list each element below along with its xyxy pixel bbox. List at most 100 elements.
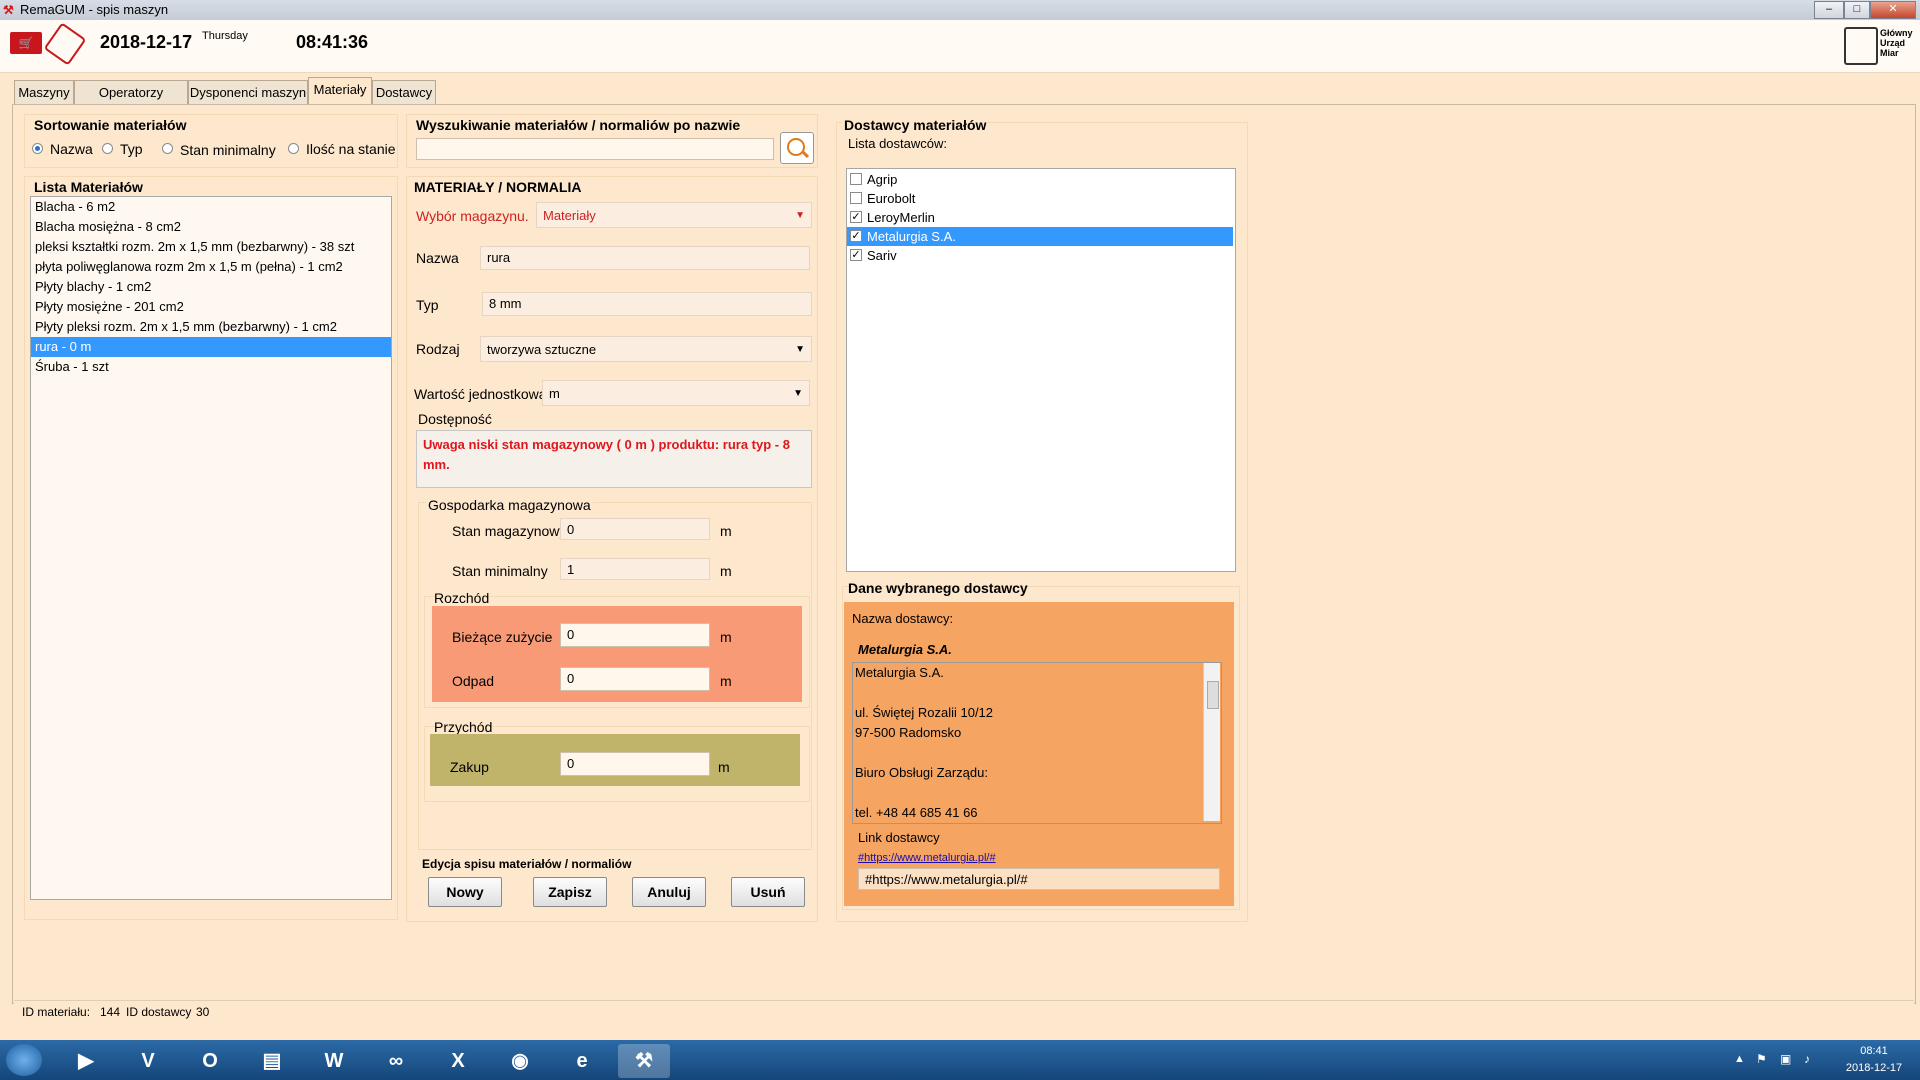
list-item[interactable]: płyta poliwęglanowa rozm 2m x 1,5 m (peł…	[31, 257, 391, 277]
header-date: 2018-12-17	[100, 32, 193, 52]
explorer-icon[interactable]: ▤	[246, 1044, 298, 1078]
radio-sort-ilosc[interactable]	[288, 143, 299, 154]
list-item[interactable]: Płyty pleksi rozm. 2m x 1,5 mm (bezbarwn…	[31, 317, 391, 337]
ie-icon[interactable]: e	[556, 1044, 608, 1078]
zuzycie-field[interactable]: 0	[560, 623, 710, 647]
odpad-label: Odpad	[452, 673, 495, 689]
supplier-checkbox-checked[interactable]: ✓	[850, 249, 862, 261]
status-bar: ID materiału: 144 ID dostawcy 30	[14, 1000, 1914, 1023]
search-button[interactable]	[780, 132, 814, 164]
supplier-checkbox[interactable]	[850, 192, 862, 204]
tray-date[interactable]: 2018-12-17	[1834, 1062, 1914, 1074]
address-line: Metalurgia S.A.	[855, 665, 944, 680]
odpad-field[interactable]: 0	[560, 667, 710, 691]
minimize-button[interactable]: –	[1814, 1, 1844, 19]
id-material-label: ID materiału:	[22, 1005, 91, 1019]
list-item[interactable]: Blacha mosiężna - 8 cm2	[31, 217, 391, 237]
link-field[interactable]: #https://www.metalurgia.pl/#	[858, 868, 1220, 890]
unit-select[interactable]: m ▼	[542, 380, 810, 406]
gum-logo-text: Główny Urząd Miar	[1880, 28, 1913, 58]
name-field[interactable]: rura	[480, 246, 810, 270]
app-header: 🛒 2018-12-17 Thursday 08:41:36 Główny Ur…	[0, 20, 1920, 73]
supplier-name-value: Metalurgia S.A.	[858, 642, 952, 657]
przychod-title: Przychód	[434, 719, 493, 735]
outlook-icon[interactable]: O	[184, 1044, 236, 1078]
start-button[interactable]	[6, 1044, 42, 1076]
media-player-icon[interactable]: ▶	[60, 1044, 112, 1078]
unit-value: m	[549, 386, 560, 401]
tray-time[interactable]: 08:41	[1844, 1045, 1904, 1057]
list-item[interactable]: Blacha - 6 m2	[31, 197, 391, 217]
warehouse-value: Materiały	[543, 208, 596, 223]
supplier-label[interactable]: LeroyMerlin	[867, 210, 935, 225]
list-item[interactable]: Płyty mosiężne - 201 cm2	[31, 297, 391, 317]
list-item-selected[interactable]: rura - 0 m	[31, 337, 391, 357]
stan-field[interactable]: 0	[560, 518, 710, 540]
address-line: 97-500 Radomsko	[855, 725, 962, 740]
address-line	[853, 683, 1221, 703]
search-input[interactable]	[416, 138, 774, 160]
tray-arrow-icon[interactable]: ▲	[1734, 1053, 1745, 1065]
zakup-field[interactable]: 0	[560, 752, 710, 776]
search-icon-handle	[801, 150, 810, 159]
list-item[interactable]: Płyty blachy - 1 cm2	[31, 277, 391, 297]
word-icon[interactable]: W	[308, 1044, 360, 1078]
firefox-icon[interactable]: ◉	[494, 1044, 546, 1078]
visio-icon[interactable]: V	[122, 1044, 174, 1078]
supplier-checkbox[interactable]	[850, 173, 862, 185]
id-supplier-label: ID dostawcy	[126, 1005, 192, 1019]
scrollbar-thumb[interactable]	[1207, 681, 1219, 709]
min-field[interactable]: 1	[560, 558, 710, 580]
delete-button[interactable]: Usuń	[731, 877, 805, 907]
tab-operatorzy[interactable]: Operatorzy maszyn	[74, 80, 188, 124]
zakup-label: Zakup	[450, 759, 489, 775]
title-bar: ⚒ RemaGUM - spis maszyn – □ ✕	[0, 0, 1920, 20]
gum-logo-icon	[1844, 27, 1878, 65]
supplier-label[interactable]: Metalurgia S.A.	[867, 229, 956, 244]
radio-sort-typ[interactable]	[102, 143, 113, 154]
radio-sort-stan-min[interactable]	[162, 143, 173, 154]
scrollbar[interactable]	[1203, 663, 1220, 821]
tab-dysponenci[interactable]: Dysponenci maszyn	[188, 80, 308, 105]
volume-icon[interactable]: ♪	[1804, 1052, 1810, 1066]
window-title: RemaGUM - spis maszyn	[20, 2, 169, 17]
cancel-button[interactable]: Anuluj	[632, 877, 706, 907]
list-item[interactable]: Śruba - 1 szt	[31, 357, 391, 377]
save-button[interactable]: Zapisz	[533, 877, 607, 907]
tab-maszyny[interactable]: Maszyny	[14, 80, 74, 105]
radio-sort-nazwa[interactable]	[32, 143, 43, 154]
excel-icon[interactable]: X	[432, 1044, 484, 1078]
chevron-down-icon: ▼	[795, 210, 805, 221]
app-icon: ⚒	[3, 3, 14, 17]
tab-dostawcy[interactable]: Dostawcy	[372, 80, 436, 105]
new-button[interactable]: Nowy	[428, 877, 502, 907]
network-icon[interactable]: ▣	[1780, 1052, 1791, 1066]
stock-title: Gospodarka magazynowa	[426, 497, 593, 513]
supplier-link[interactable]: #https://www.metalurgia.pl/#	[858, 852, 996, 864]
materials-listbox[interactable]: Blacha - 6 m2 Blacha mosiężna - 8 cm2 pl…	[30, 196, 392, 900]
id-supplier-value: 30	[196, 1005, 210, 1019]
list-item[interactable]: pleksi kształtki rozm. 2m x 1,5 mm (bezb…	[31, 237, 391, 257]
header-day: Thursday	[202, 30, 248, 42]
visual-studio-icon[interactable]: ∞	[370, 1044, 422, 1078]
taskbar: ▶ V O ▤ W ∞ X ◉ e ⚒ ▲ ⚑ ▣ ♪ 08:41 2018-1…	[0, 1040, 1920, 1080]
maximize-button[interactable]: □	[1844, 1, 1870, 19]
flag-icon[interactable]: ⚑	[1756, 1052, 1767, 1066]
suppliers-checklist[interactable]: Agrip Eurobolt ✓ LeroyMerlin ✓ Metalurgi…	[846, 168, 1236, 572]
tag-icon	[43, 22, 87, 66]
supplier-checkbox-checked[interactable]: ✓	[850, 230, 862, 242]
search-title: Wyszukiwanie materiałów / normaliów po n…	[416, 117, 741, 133]
supplier-address-box[interactable]: Metalurgia S.A. ul. Świętej Rozalii 10/1…	[852, 662, 1222, 824]
close-button[interactable]: ✕	[1870, 1, 1916, 19]
supplier-label[interactable]: Eurobolt	[867, 191, 915, 206]
tab-materialy[interactable]: Materiały	[308, 77, 372, 106]
supplier-label[interactable]: Agrip	[867, 172, 897, 187]
kind-select[interactable]: tworzywa sztuczne ▼	[480, 336, 812, 362]
remagum-app-icon[interactable]: ⚒	[618, 1044, 670, 1078]
warehouse-select[interactable]: Materiały ▼	[536, 202, 812, 228]
supplier-details-title: Dane wybranego dostawcy	[848, 580, 1028, 596]
supplier-label[interactable]: Sariv	[867, 248, 897, 263]
type-field[interactable]: 8 mm	[482, 292, 812, 316]
supplier-checkbox-checked[interactable]: ✓	[850, 211, 862, 223]
min-label: Stan minimalny	[452, 563, 548, 579]
